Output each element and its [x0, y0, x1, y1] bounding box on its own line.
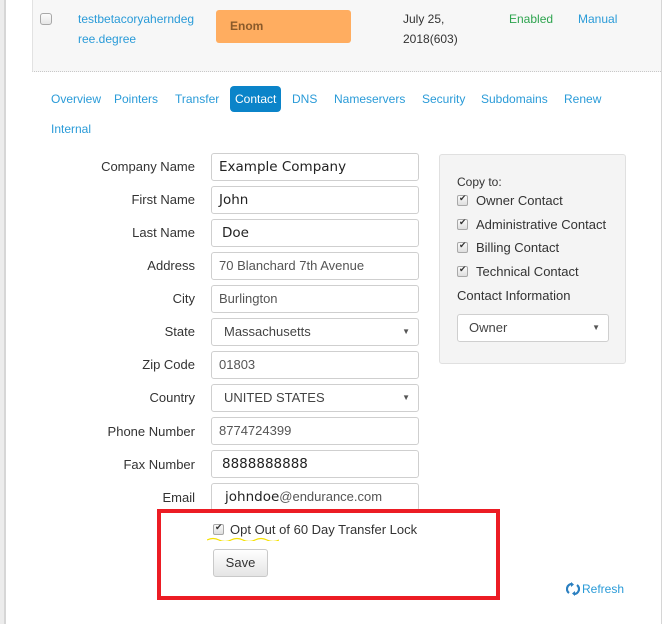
registrar-badge: Enom: [216, 10, 351, 43]
copy-owner-contact[interactable]: Owner Contact: [457, 193, 563, 208]
copy-to-title: Copy to:: [457, 175, 502, 189]
left-gutter: [0, 0, 6, 624]
tab-nameservers[interactable]: Nameservers: [329, 86, 410, 112]
email-domain-part: @endurance.com: [279, 489, 383, 504]
chevron-down-icon: ▼: [592, 323, 600, 332]
refresh-icon: [566, 582, 580, 596]
copy-owner-contact-label: Owner Contact: [476, 193, 563, 208]
renewal-mode-link[interactable]: Manual: [578, 9, 617, 29]
fax-number-label: Fax Number: [123, 457, 195, 472]
state-select[interactable]: Massachusetts ▼: [211, 318, 419, 346]
checkbox-checked-icon[interactable]: [457, 264, 468, 277]
zip-code-input[interactable]: 01803: [211, 351, 419, 379]
tab-transfer[interactable]: Transfer: [170, 86, 224, 112]
company-name-label: Company Name: [101, 159, 195, 174]
chevron-down-icon: ▼: [402, 327, 410, 336]
contact-information-select[interactable]: Owner ▼: [457, 314, 609, 342]
phone-number-input[interactable]: 8774724399: [211, 417, 419, 445]
zip-code-label: Zip Code: [142, 357, 195, 372]
tab-pointers[interactable]: Pointers: [109, 86, 163, 112]
city-label: City: [172, 291, 195, 306]
address-input[interactable]: 70 Blanchard 7th Avenue: [211, 252, 419, 280]
tab-overview[interactable]: Overview: [46, 86, 106, 112]
copy-technical-contact[interactable]: Technical Contact: [457, 264, 579, 279]
save-button[interactable]: Save: [213, 549, 268, 577]
country-select[interactable]: UNITED STATES ▼: [211, 384, 419, 412]
first-name-label: First Name: [131, 192, 195, 207]
opt-out-label: Opt Out of 60 Day Transfer Lock: [230, 522, 418, 537]
checkbox-checked-icon[interactable]: [457, 240, 468, 253]
email-label: Email: [162, 490, 195, 505]
email-input[interactable]: johndoe@endurance.com: [211, 483, 419, 511]
chevron-down-icon: ▼: [402, 393, 410, 402]
country-select-value: UNITED STATES: [224, 390, 325, 405]
state-select-value: Massachusetts: [224, 324, 311, 339]
status-badge: Enabled: [509, 12, 554, 26]
checkbox-checked-icon[interactable]: [457, 193, 468, 206]
copy-administrative-contact[interactable]: Administrative Contact: [457, 217, 606, 232]
country-label: Country: [149, 390, 195, 405]
domain-name-link[interactable]: testbetacoryaherndegree.degree: [78, 9, 198, 49]
opt-out-transfer-lock[interactable]: Opt Out of 60 Day Transfer Lock: [213, 522, 417, 537]
state-label: State: [164, 324, 195, 339]
tab-renew[interactable]: Renew: [559, 86, 606, 112]
tab-internal[interactable]: Internal: [46, 116, 96, 142]
contact-information-label: Contact Information: [457, 288, 571, 303]
copy-to-panel: Copy to: Owner Contact Administrative Co…: [439, 154, 626, 364]
last-name-label: Last Name: [132, 225, 195, 240]
tab-contact[interactable]: Contact: [230, 86, 282, 112]
last-name-input[interactable]: Doe: [211, 219, 419, 247]
copy-administrative-contact-label: Administrative Contact: [476, 217, 607, 232]
copy-technical-contact-label: Technical Contact: [476, 264, 579, 279]
company-name-input[interactable]: Example Company: [211, 153, 419, 181]
copy-billing-contact[interactable]: Billing Contact: [457, 240, 559, 255]
email-local-part: johndoe: [225, 489, 280, 505]
address-label: Address: [147, 258, 195, 273]
tab-subdomains[interactable]: Subdomains: [476, 86, 553, 112]
checkbox-checked-icon[interactable]: [457, 217, 468, 230]
tab-dns[interactable]: DNS: [287, 86, 322, 112]
fax-number-input[interactable]: 8888888888: [211, 450, 419, 478]
refresh-label: Refresh: [582, 582, 625, 596]
refresh-link[interactable]: Refresh: [566, 582, 624, 596]
opt-out-checkbox[interactable]: [213, 522, 224, 535]
first-name-input[interactable]: John: [211, 186, 419, 214]
spellcheck-underline: [207, 537, 279, 541]
city-input[interactable]: Burlington: [211, 285, 419, 313]
tab-security[interactable]: Security: [417, 86, 470, 112]
expiry-date: July 25, 2018(603): [403, 12, 458, 46]
copy-billing-contact-label: Billing Contact: [476, 240, 560, 255]
row-checkbox[interactable]: [40, 13, 52, 25]
phone-number-label: Phone Number: [107, 424, 195, 439]
contact-information-value: Owner: [469, 320, 508, 335]
